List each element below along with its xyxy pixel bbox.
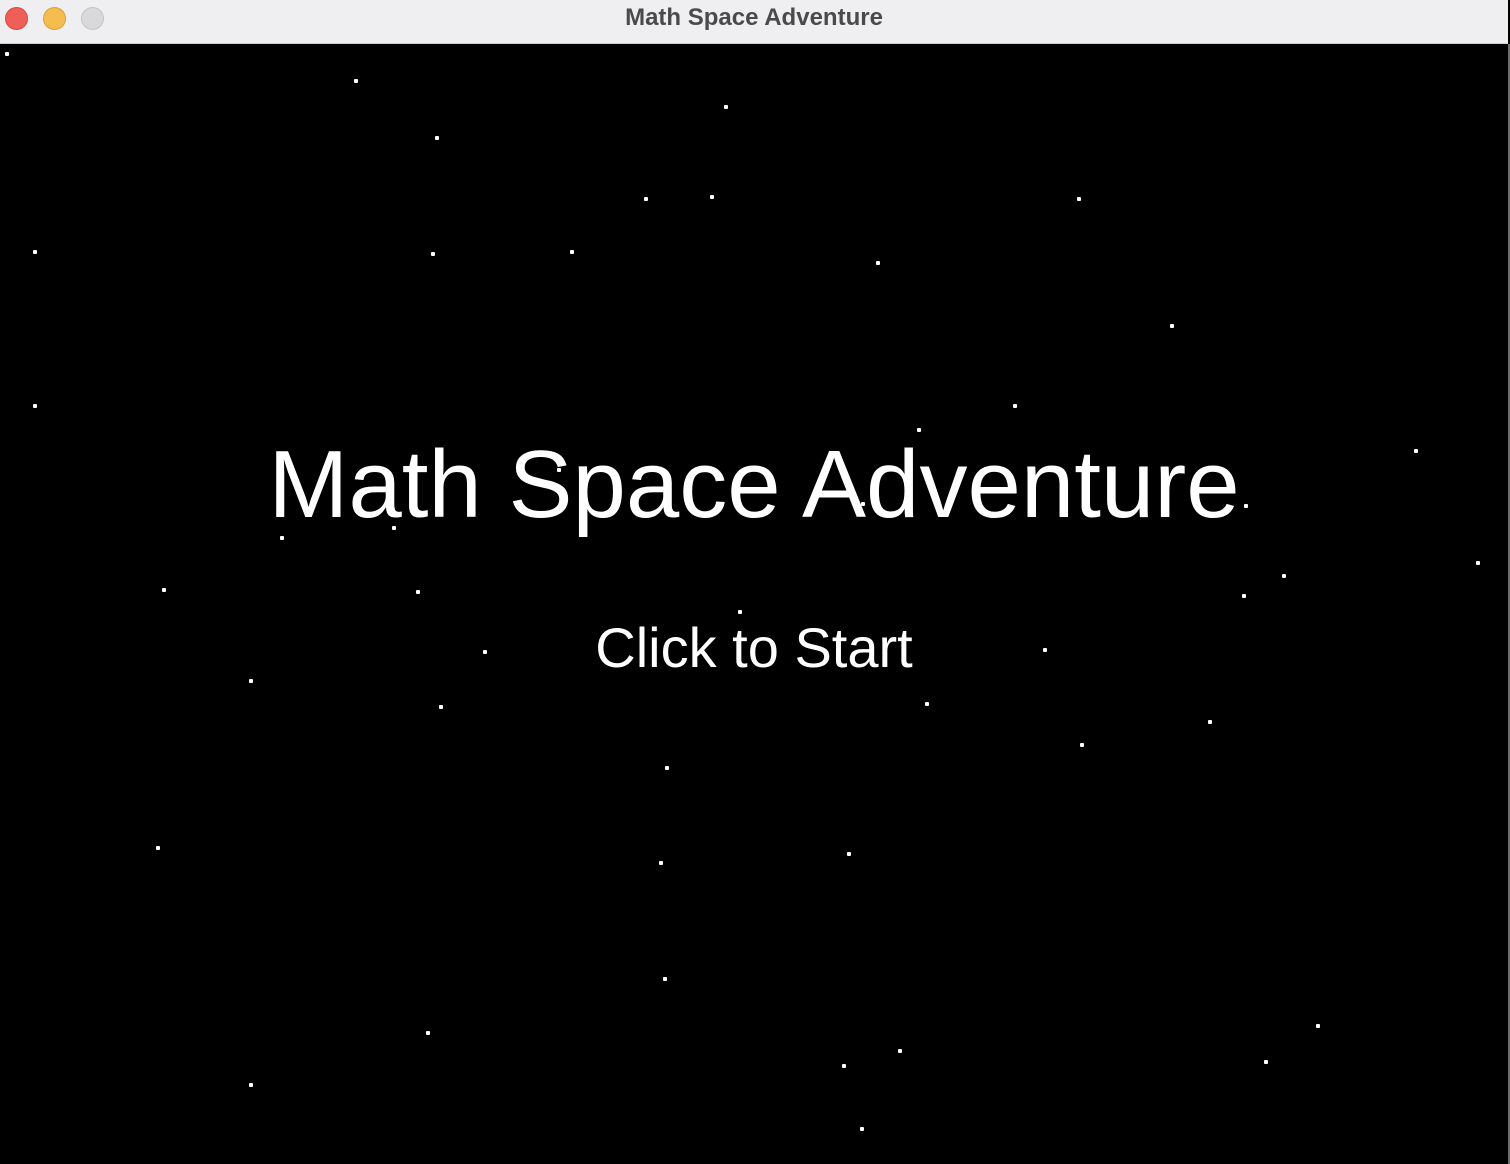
star bbox=[431, 252, 435, 256]
star bbox=[1476, 561, 1480, 565]
star bbox=[156, 846, 160, 850]
star bbox=[249, 1083, 253, 1087]
star bbox=[1208, 720, 1212, 724]
star bbox=[33, 404, 37, 408]
game-canvas[interactable]: Math Space Adventure Click to Start bbox=[0, 44, 1508, 1164]
game-window: Math Space Adventure Math Space Adventur… bbox=[0, 0, 1510, 1164]
star bbox=[33, 250, 37, 254]
star bbox=[1242, 594, 1246, 598]
star bbox=[710, 195, 714, 199]
star bbox=[1316, 1024, 1320, 1028]
star bbox=[1264, 1060, 1268, 1064]
window-title: Math Space Adventure bbox=[625, 4, 883, 31]
star bbox=[5, 52, 9, 56]
star bbox=[1170, 324, 1174, 328]
title-bar[interactable]: Math Space Adventure bbox=[0, 0, 1508, 44]
star bbox=[860, 1127, 864, 1131]
star bbox=[659, 861, 663, 865]
star bbox=[1013, 404, 1017, 408]
star bbox=[724, 105, 728, 109]
star bbox=[665, 766, 669, 770]
star bbox=[354, 79, 358, 83]
star bbox=[925, 702, 929, 706]
star bbox=[738, 610, 742, 614]
star bbox=[644, 197, 648, 201]
star bbox=[1077, 197, 1081, 201]
star bbox=[898, 1049, 902, 1053]
star bbox=[439, 705, 443, 709]
star bbox=[435, 136, 439, 140]
star bbox=[847, 852, 851, 856]
game-title: Math Space Adventure bbox=[268, 431, 1240, 538]
click-to-start-prompt[interactable]: Click to Start bbox=[0, 616, 1508, 680]
star bbox=[1080, 743, 1084, 747]
star bbox=[842, 1064, 846, 1068]
star bbox=[416, 590, 420, 594]
star bbox=[162, 588, 166, 592]
star bbox=[1282, 574, 1286, 578]
star bbox=[570, 250, 574, 254]
star bbox=[663, 977, 667, 981]
star bbox=[426, 1031, 430, 1035]
star bbox=[876, 261, 880, 265]
